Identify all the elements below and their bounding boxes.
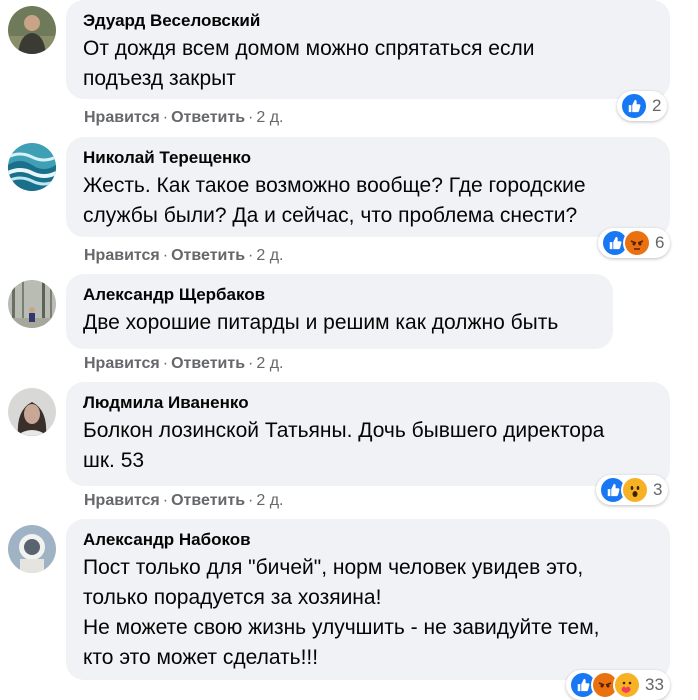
angry-icon: [623, 229, 651, 257]
like-icon: [620, 92, 648, 120]
avatar[interactable]: [8, 525, 56, 573]
comment-text: От дождя всем домом можно спрятаться есл…: [83, 37, 535, 90]
comment-time[interactable]: 2 д.: [256, 109, 283, 126]
comment-author[interactable]: Николай Терещенко: [83, 147, 654, 169]
comment-time[interactable]: 2 д.: [256, 492, 283, 509]
comment-time[interactable]: 2 д.: [256, 247, 283, 264]
comment-author[interactable]: Эдуард Веселовский: [83, 10, 654, 32]
like-link[interactable]: Нравится: [84, 355, 160, 372]
reaction-summary[interactable]: 6: [598, 228, 671, 258]
comment-text: Жесть. Как такое возможно вообще? Где го…: [83, 174, 586, 227]
avatar[interactable]: [8, 6, 56, 54]
reply-link[interactable]: Ответить: [171, 109, 245, 126]
comment-author[interactable]: Людмила Иваненко: [83, 392, 654, 414]
avatar[interactable]: [8, 388, 56, 436]
comment-actions: Нравится · Ответить · 2 д.: [84, 247, 284, 264]
comment-bubble: Александр Набоков Пост только для "бичей…: [66, 519, 670, 680]
reaction-count: 3: [653, 480, 663, 499]
wow-icon: [621, 476, 649, 504]
reply-link[interactable]: Ответить: [171, 247, 245, 264]
like-link[interactable]: Нравится: [84, 247, 160, 264]
like-link[interactable]: Нравится: [84, 492, 160, 509]
reaction-count: 6: [655, 233, 665, 252]
reply-link[interactable]: Ответить: [171, 355, 245, 372]
avatar[interactable]: [8, 280, 56, 328]
comment-bubble: Людмила Иваненко Болкон лозинской Татьян…: [66, 382, 670, 486]
comment-text: Пост только для "бичей", норм человек ув…: [83, 556, 600, 669]
comment-bubble: Александр Щербаков Две хорошие питарды и…: [66, 274, 613, 349]
comment-author[interactable]: Александр Набоков: [83, 529, 654, 551]
comment-time[interactable]: 2 д.: [256, 355, 283, 372]
comment-author[interactable]: Александр Щербаков: [83, 284, 597, 306]
comment-actions: Нравится · Ответить · 2 д.: [84, 355, 284, 372]
reaction-summary[interactable]: 33: [566, 670, 670, 700]
reply-link[interactable]: Ответить: [171, 492, 245, 509]
like-link[interactable]: Нравится: [84, 109, 160, 126]
reaction-summary[interactable]: 2: [617, 91, 668, 121]
comment-bubble: Эдуард Веселовский От дождя всем домом м…: [66, 0, 670, 99]
avatar[interactable]: [8, 143, 56, 191]
reaction-count: 2: [652, 96, 662, 115]
reaction-count: 33: [645, 675, 664, 694]
comment-actions: Нравится · Ответить · 2 д.: [84, 492, 284, 509]
comment-text: Две хорошие питарды и решим как должно б…: [83, 311, 559, 334]
comment-actions: Нравится · Ответить · 2 д.: [84, 109, 284, 126]
reaction-summary[interactable]: 3: [596, 475, 669, 505]
comment-bubble: Николай Терещенко Жесть. Как такое возмо…: [66, 137, 670, 237]
care-icon: [613, 671, 641, 699]
comment-text: Болкон лозинской Татьяны. Дочь бывшего д…: [83, 419, 605, 472]
